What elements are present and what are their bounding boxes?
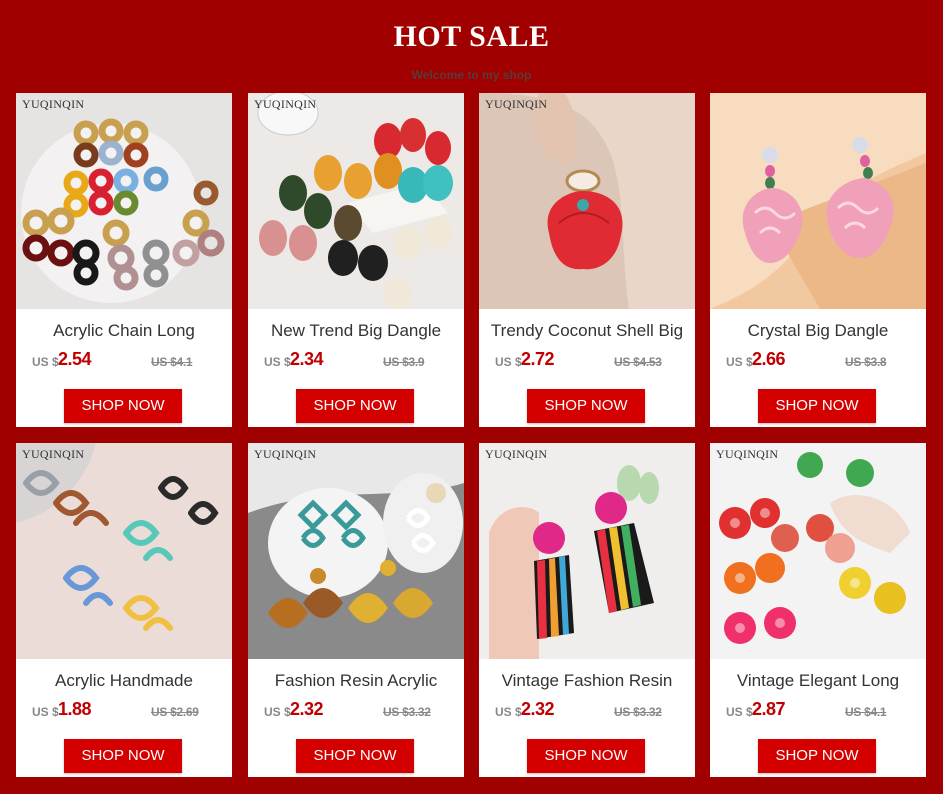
- original-price: US $3.32: [614, 705, 662, 719]
- sale-price: 2.32: [521, 699, 555, 719]
- product-photo-leaf-earrings: [248, 93, 464, 309]
- brand-logo: YUQINQIN: [22, 97, 85, 111]
- shop-now-button[interactable]: SHOP NOW: [758, 389, 876, 423]
- price-row: US $ 1.88 US $2.69: [32, 699, 232, 723]
- product-card[interactable]: YUQINQIN Acrylic Chain Long US $ 2.54 US…: [16, 93, 232, 427]
- product-name[interactable]: Vintage Fashion Resin: [479, 671, 695, 691]
- price-row: US $ 2.72 US $4.53: [495, 349, 695, 373]
- brand-logo: YUQINQIN: [254, 97, 317, 111]
- product-photo-shell-earring: [479, 93, 695, 309]
- price-row: US $ 2.66 US $3.8: [726, 349, 926, 373]
- product-photo-resin-earrings: [248, 443, 464, 659]
- currency-label: US $: [495, 355, 522, 369]
- original-price: US $3.9: [383, 355, 425, 369]
- sale-price: 1.88: [58, 699, 92, 719]
- sale-price: 2.87: [752, 699, 786, 719]
- product-photo-stripe-earrings: [479, 443, 695, 659]
- original-price: US $3.32: [383, 705, 431, 719]
- product-card[interactable]: YUQINQIN New Trend Big Dangle US $ 2.34 …: [248, 93, 464, 427]
- price-row: US $ 2.32 US $3.32: [495, 699, 695, 723]
- price-row: US $ 2.32 US $3.32: [264, 699, 464, 723]
- shop-now-button[interactable]: SHOP NOW: [527, 389, 645, 423]
- currency-label: US $: [726, 355, 753, 369]
- product-photo-bow-earrings: [16, 443, 232, 659]
- brand-logo: YUQINQIN: [485, 97, 548, 111]
- product-photo-chain-earrings: [16, 93, 232, 309]
- sale-price: 2.34: [290, 349, 324, 369]
- product-grid: YUQINQIN Acrylic Chain Long US $ 2.54 US…: [0, 0, 943, 794]
- product-name[interactable]: Acrylic Handmade: [16, 671, 232, 691]
- currency-label: US $: [32, 355, 59, 369]
- price-row: US $ 2.34 US $3.9: [264, 349, 464, 373]
- shop-now-button[interactable]: SHOP NOW: [64, 389, 182, 423]
- brand-logo: YUQINQIN: [716, 447, 779, 461]
- product-image[interactable]: [710, 93, 926, 309]
- product-image[interactable]: YUQINQIN: [16, 93, 232, 309]
- product-card[interactable]: YUQINQIN Vintage Elegant Long US $ 2.87 …: [710, 443, 926, 777]
- price-row: US $ 2.54 US $4.1: [32, 349, 232, 373]
- original-price: US $4.1: [845, 705, 887, 719]
- product-image[interactable]: YUQINQIN: [248, 443, 464, 659]
- currency-label: US $: [264, 355, 291, 369]
- currency-label: US $: [726, 705, 753, 719]
- brand-logo: YUQINQIN: [22, 447, 85, 461]
- currency-label: US $: [495, 705, 522, 719]
- shop-now-button[interactable]: SHOP NOW: [527, 739, 645, 773]
- price-row: US $ 2.87 US $4.1: [726, 699, 926, 723]
- original-price: US $3.8: [845, 355, 887, 369]
- shop-now-button[interactable]: SHOP NOW: [296, 739, 414, 773]
- product-image[interactable]: YUQINQIN: [479, 93, 695, 309]
- product-photo-pink-dangle: [710, 93, 926, 309]
- product-name[interactable]: Crystal Big Dangle: [710, 321, 926, 341]
- sale-price: 2.54: [58, 349, 92, 369]
- original-price: US $2.69: [151, 705, 199, 719]
- product-image[interactable]: YUQINQIN: [16, 443, 232, 659]
- product-card[interactable]: YUQINQIN Trendy Coconut Shell Big US $ 2…: [479, 93, 695, 427]
- product-card[interactable]: YUQINQIN Acrylic Handmade US $ 1.88 US $…: [16, 443, 232, 777]
- currency-label: US $: [32, 705, 59, 719]
- shop-now-button[interactable]: SHOP NOW: [64, 739, 182, 773]
- product-card[interactable]: YUQINQIN Vintage Fashion Resin US $ 2.32…: [479, 443, 695, 777]
- product-photo-flower-earrings: [710, 443, 926, 659]
- shop-now-button[interactable]: SHOP NOW: [296, 389, 414, 423]
- sale-price: 2.66: [752, 349, 786, 369]
- sale-price: 2.72: [521, 349, 555, 369]
- product-image[interactable]: YUQINQIN: [248, 93, 464, 309]
- original-price: US $4.1: [151, 355, 193, 369]
- original-price: US $4.53: [614, 355, 662, 369]
- product-name[interactable]: Acrylic Chain Long: [16, 321, 232, 341]
- product-name[interactable]: Fashion Resin Acrylic: [248, 671, 464, 691]
- brand-logo: YUQINQIN: [254, 447, 317, 461]
- currency-label: US $: [264, 705, 291, 719]
- product-card[interactable]: YUQINQIN Fashion Resin Acrylic US $ 2.32…: [248, 443, 464, 777]
- product-card[interactable]: Crystal Big Dangle US $ 2.66 US $3.8 SHO…: [710, 93, 926, 427]
- product-image[interactable]: YUQINQIN: [710, 443, 926, 659]
- product-name[interactable]: Trendy Coconut Shell Big: [479, 321, 695, 341]
- sale-price: 2.32: [290, 699, 324, 719]
- brand-logo: YUQINQIN: [485, 447, 548, 461]
- product-name[interactable]: New Trend Big Dangle: [248, 321, 464, 341]
- product-name[interactable]: Vintage Elegant Long: [710, 671, 926, 691]
- product-image[interactable]: YUQINQIN: [479, 443, 695, 659]
- shop-now-button[interactable]: SHOP NOW: [758, 739, 876, 773]
